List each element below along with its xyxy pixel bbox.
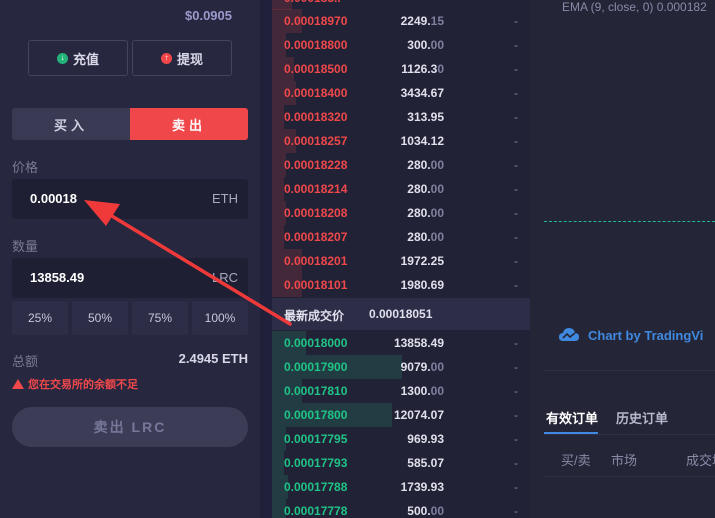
annotation-arrow <box>84 200 292 326</box>
trade-screen: $0.0905 ↓ 充值 ↑ 提现 买入 卖出 价格 0.00018 ETH 数… <box>0 0 715 518</box>
